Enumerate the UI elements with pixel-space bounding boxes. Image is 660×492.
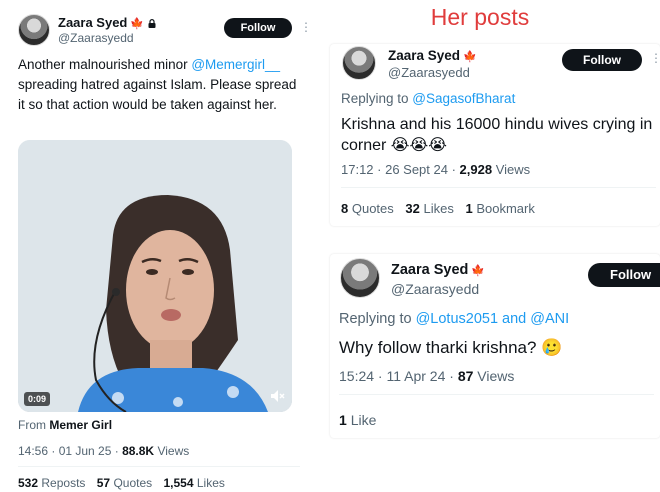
from-prefix: From	[18, 418, 46, 432]
author-name-text: Zaara Syed	[388, 48, 461, 63]
likes-count: 1	[339, 412, 347, 428]
bookmarks-label: Bookmark	[476, 201, 535, 216]
video-frame	[18, 140, 292, 412]
divider	[18, 466, 300, 467]
follow-button[interactable]: Follow	[224, 18, 292, 38]
mute-icon[interactable]	[268, 387, 286, 405]
views-label: Views	[495, 162, 531, 177]
tweet-text: Why follow tharki krishna? 🥲	[339, 338, 563, 357]
tweet-meta: 15:24 · 11 Apr 24 · 87 Views	[339, 368, 514, 384]
likes-label: Likes	[196, 476, 225, 490]
follow-button[interactable]: Follow	[562, 49, 642, 71]
more-options-icon[interactable]: ⋮	[300, 20, 312, 34]
reposts-stat[interactable]: 532 Reposts	[18, 476, 85, 490]
post-card-2: Zaara Syed 🍁 @Zaarasyedd Follow Replying …	[330, 254, 660, 438]
engagement-stats: 8 Quotes 32 Likes 1 Bookmark	[341, 201, 535, 216]
mention-link[interactable]: @SagasofBharat	[412, 91, 515, 106]
tweet-text-start: Another malnourished minor	[18, 57, 192, 72]
author-name[interactable]: Zaara Syed 🍁	[58, 15, 156, 30]
mention-link[interactable]: @Memergirl__	[191, 57, 280, 72]
maple-leaf-icon: 🍁	[130, 18, 145, 30]
left-tweet-panel: Zaara Syed 🍁 @Zaarasyedd Follow ⋮ Another…	[0, 0, 312, 492]
divider	[339, 394, 654, 395]
annotation-title: Her posts	[430, 4, 530, 30]
views-label: Views	[157, 444, 190, 458]
author-handle[interactable]: @Zaarasyedd	[58, 31, 134, 45]
replying-to: Replying to @SagasofBharat	[341, 91, 515, 106]
quotes-count: 57	[96, 476, 111, 490]
bookmarks-stat[interactable]: 1 Bookmark	[465, 201, 534, 216]
likes-count: 32	[405, 201, 420, 216]
tweet-text-end: spreading hatred against Islam. Please s…	[18, 77, 297, 112]
follow-button[interactable]: Follow	[588, 263, 660, 287]
likes-stat[interactable]: 1,554 Likes	[164, 476, 225, 490]
author-name-text: Zaara Syed	[58, 15, 128, 30]
engagement-stats: 532 Reposts 57 Quotes 1,554 Likes	[18, 476, 225, 490]
quotes-label: Quotes	[113, 476, 153, 490]
video-duration: 0:09	[24, 392, 51, 406]
views-count: 2,928	[459, 162, 493, 177]
tweet-meta: 17:12 · 26 Sept 24 · 2,928 Views	[341, 162, 530, 177]
tweet-header: Zaara Syed 🍁 @Zaarasyedd Follow ⋮	[18, 14, 312, 50]
divider	[341, 187, 656, 188]
bookmarks-count: 1	[465, 201, 473, 216]
avatar[interactable]	[340, 258, 380, 298]
tweet-text: Another malnourished minor @Memergirl__ …	[18, 55, 300, 115]
video-source: From Memer Girl	[18, 418, 112, 432]
author-name[interactable]: Zaara Syed 🍁	[391, 262, 485, 278]
views-count: 87	[457, 368, 474, 384]
likes-stat[interactable]: 1 Like	[339, 412, 376, 428]
quotes-stat[interactable]: 8 Quotes	[341, 201, 394, 216]
views-count: 88.8K	[122, 444, 155, 458]
timestamp[interactable]: 17:12 · 26 Sept 24 ·	[341, 162, 460, 177]
likes-count: 1,554	[163, 476, 194, 490]
replying-to: Replying to @Lotus2051 and @ANI	[339, 311, 569, 327]
avatar[interactable]	[342, 46, 376, 80]
quotes-label: Quotes	[351, 201, 394, 216]
author-handle[interactable]: @Zaarasyedd	[388, 65, 470, 80]
quotes-stat[interactable]: 57 Quotes	[97, 476, 152, 490]
author-name-text: Zaara Syed	[391, 262, 469, 278]
maple-leaf-icon: 🍁	[463, 51, 477, 63]
views-label: Views	[477, 368, 515, 384]
source-link[interactable]: Memer Girl	[49, 418, 112, 432]
timestamp[interactable]: 14:56 · 01 Jun 25 ·	[18, 444, 122, 458]
likes-label: Like	[350, 412, 377, 428]
reposts-count: 532	[18, 476, 39, 490]
likes-stat[interactable]: 32 Likes	[405, 201, 453, 216]
mention-link[interactable]: @Lotus2051 and @ANI	[416, 311, 570, 327]
replying-prefix: Replying to	[341, 91, 413, 106]
post-card-1: Zaara Syed 🍁 @Zaarasyedd Follow ⋮ Replyin…	[330, 44, 660, 226]
video-player[interactable]: 0:09	[18, 140, 292, 412]
avatar[interactable]	[18, 14, 50, 46]
quotes-count: 8	[341, 201, 349, 216]
author-handle[interactable]: @Zaarasyedd	[391, 281, 479, 297]
tweet-meta: 14:56 · 01 Jun 25 · 88.8K Views	[18, 444, 189, 458]
more-options-icon[interactable]: ⋮	[650, 51, 660, 65]
tweet-text: Krishna and his 16000 hindu wives crying…	[341, 116, 653, 154]
likes-label: Likes	[423, 201, 454, 216]
author-name[interactable]: Zaara Syed 🍁	[388, 48, 477, 63]
timestamp[interactable]: 15:24 · 11 Apr 24 ·	[339, 368, 458, 384]
reposts-label: Reposts	[41, 476, 86, 490]
maple-leaf-icon: 🍁	[471, 265, 486, 277]
replying-prefix: Replying to	[339, 311, 416, 327]
lock-icon	[148, 19, 156, 28]
